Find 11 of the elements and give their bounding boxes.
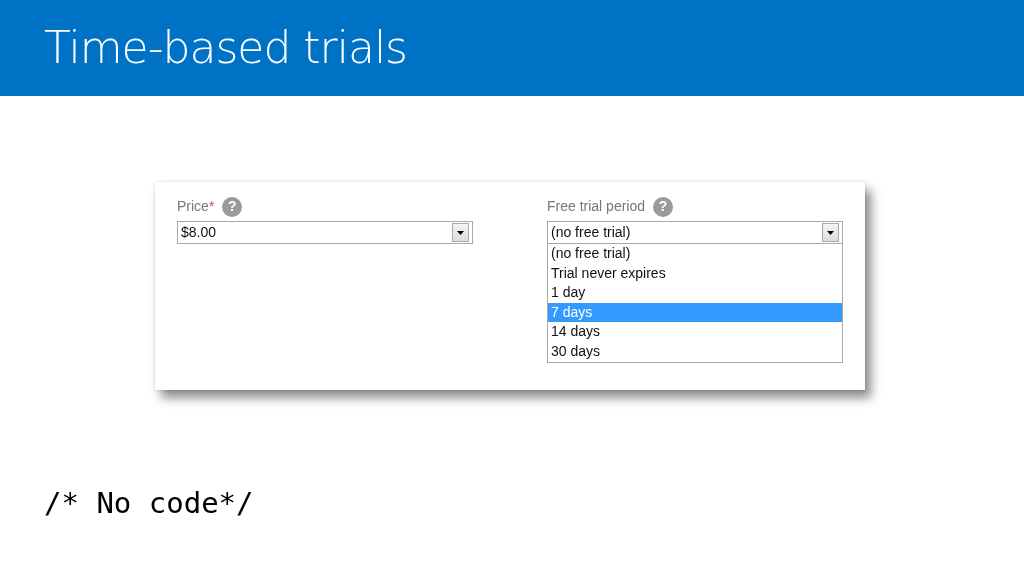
field-label: Price* (177, 197, 215, 216)
dropdown-field[interactable]: (no free trial) (547, 221, 843, 244)
dropdown-option[interactable]: 1 day (548, 283, 842, 303)
dropdown-option[interactable]: (no free trial) (548, 244, 842, 264)
code-note: /* No code*/ (44, 485, 255, 522)
field-label: Free trial period (547, 197, 646, 216)
dropdown-option[interactable]: Trial never expires (548, 263, 842, 284)
dropdown-option[interactable]: 30 days (548, 341, 842, 362)
dropdown-option[interactable]: 14 days (548, 322, 842, 342)
slide-title: Time-based trials (44, 22, 408, 73)
dropdown-field[interactable]: $8.00 (177, 221, 473, 244)
